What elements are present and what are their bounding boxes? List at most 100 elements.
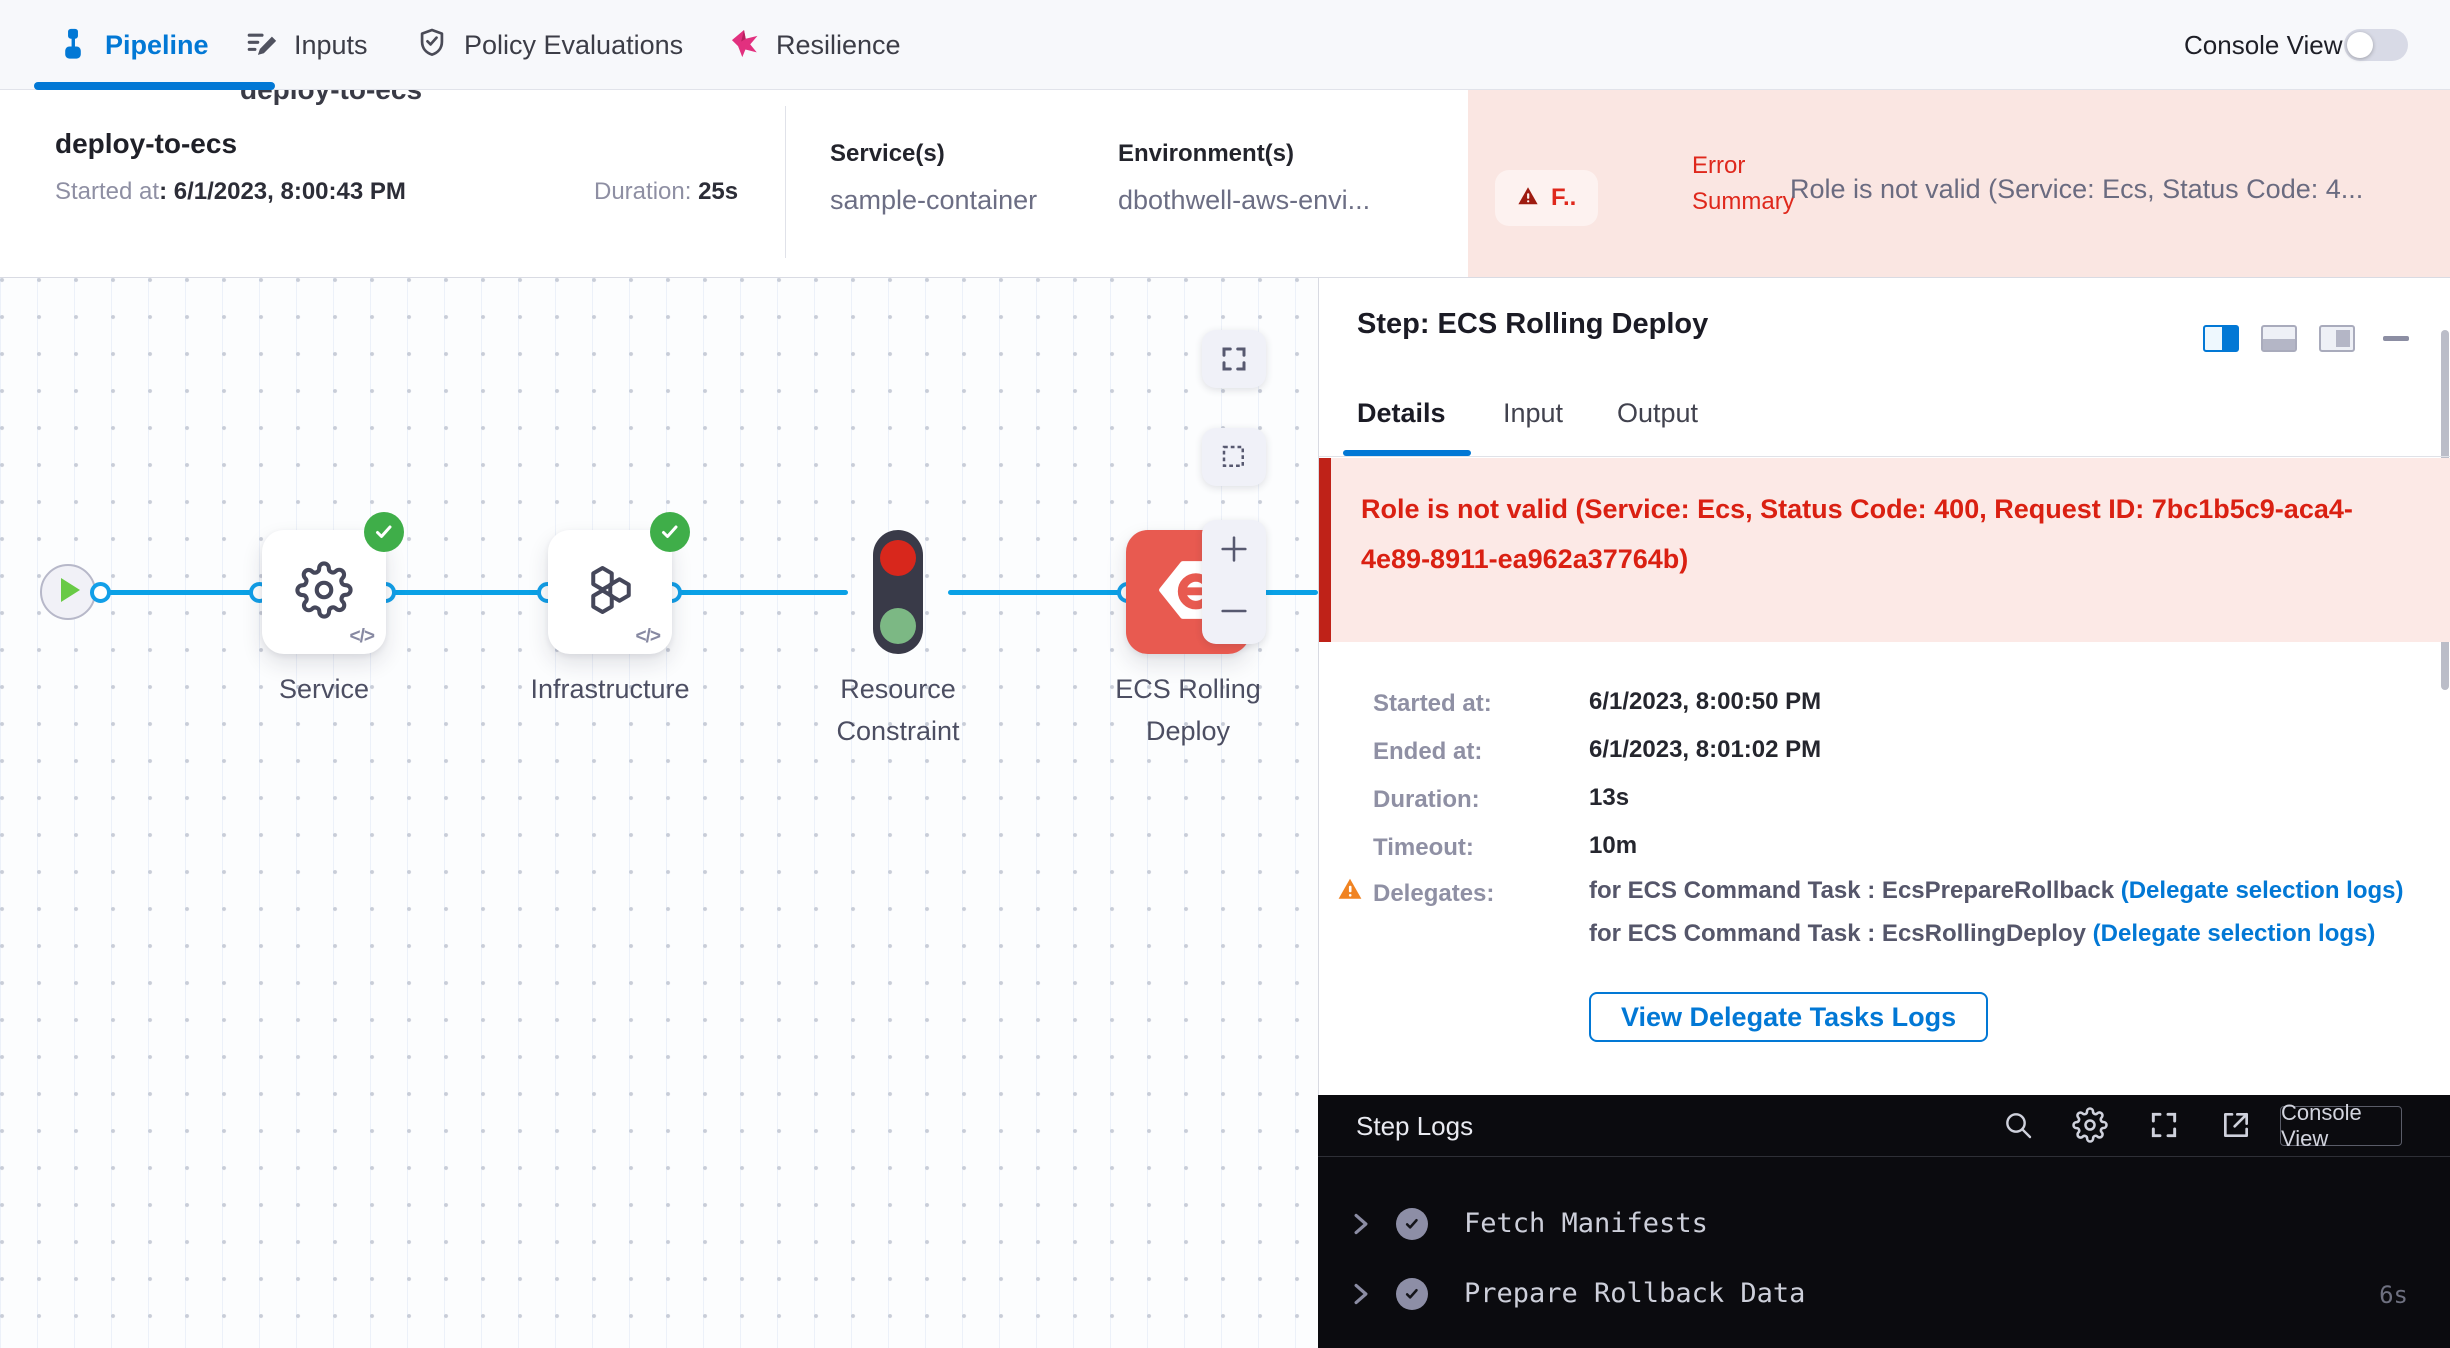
gear-icon[interactable] xyxy=(2072,1107,2108,1148)
started-at-line: Started at: 6/1/2023, 8:00:43 PM xyxy=(55,178,406,206)
ended-at-value: 6/1/2023, 8:01:02 PM xyxy=(1589,736,1821,764)
delegate-selection-logs-link[interactable]: (Delegate selection logs) xyxy=(2121,877,2404,904)
tab-policy-evaluations-label: Policy Evaluations xyxy=(464,30,683,61)
tab-output[interactable]: Output xyxy=(1617,398,1698,429)
delegates-label: Delegates: xyxy=(1373,880,1494,908)
tab-input[interactable]: Input xyxy=(1503,398,1563,429)
execution-header: deploy-to-ecs deploy-to-ecs Started at: … xyxy=(0,90,2450,278)
toggle-knob xyxy=(2347,32,2373,58)
status-badge-text: F.. xyxy=(1551,184,1576,212)
canvas-fullscreen-button[interactable] xyxy=(1202,330,1266,388)
tab-resilience[interactable]: Resilience xyxy=(727,0,901,90)
chevron-right-icon[interactable] xyxy=(1352,1213,1370,1240)
clipped-pipeline-title: deploy-to-ecs xyxy=(240,90,422,106)
tab-inputs-label: Inputs xyxy=(294,30,368,61)
environments-label: Environment(s) xyxy=(1118,140,1294,168)
tab-policy-evaluations[interactable]: Policy Evaluations xyxy=(415,0,683,90)
duration-value: 25s xyxy=(698,178,738,205)
log-section-duration: 6s xyxy=(2379,1281,2408,1309)
step-error-message: Role is not valid (Service: Ecs, Status … xyxy=(1361,484,2391,584)
pipeline-icon xyxy=(56,26,90,65)
inputs-icon xyxy=(245,26,279,65)
layout-right-drawer-icon[interactable] xyxy=(2203,325,2239,352)
started-at-value: : 6/1/2023, 8:00:43 PM xyxy=(159,178,406,205)
zoom-out-button[interactable] xyxy=(1217,594,1251,633)
node-service[interactable]: </> xyxy=(262,530,386,654)
ended-at-label: Ended at: xyxy=(1373,738,1482,766)
duration-line: Duration: 25s xyxy=(594,178,738,206)
success-check-badge xyxy=(364,512,404,552)
traffic-light-green xyxy=(880,608,916,644)
success-check-badge xyxy=(650,512,690,552)
tab-details[interactable]: Details xyxy=(1357,398,1446,429)
step-logs-title: Step Logs xyxy=(1356,1111,1473,1142)
log-section-label: Prepare Rollback Data xyxy=(1464,1278,1805,1309)
console-view-label: Console View xyxy=(2184,0,2343,90)
started-at-value: 6/1/2023, 8:00:50 PM xyxy=(1589,688,1821,716)
delegate-task-text: for ECS Command Task : EcsRollingDeploy xyxy=(1589,920,2093,947)
view-delegate-tasks-logs-button[interactable]: View Delegate Tasks Logs xyxy=(1589,992,1988,1042)
logs-console-view-button[interactable]: Console View xyxy=(2280,1106,2402,1146)
services-value: sample-container xyxy=(830,185,1037,216)
timeout-label: Timeout: xyxy=(1373,834,1474,862)
duration-value: 13s xyxy=(1589,784,1629,812)
minimize-panel-icon[interactable] xyxy=(2383,336,2409,341)
services-label: Service(s) xyxy=(830,140,945,168)
start-node[interactable] xyxy=(40,564,96,620)
canvas-select-button[interactable] xyxy=(1202,428,1266,486)
delegate-selection-logs-link[interactable]: (Delegate selection logs) xyxy=(2093,920,2376,947)
failed-status-badge: F.. xyxy=(1495,170,1598,226)
warning-triangle-icon xyxy=(1517,185,1539,212)
warning-triangle-icon xyxy=(1337,876,1363,907)
gear-icon xyxy=(295,561,353,624)
zoom-in-button[interactable] xyxy=(1217,532,1251,571)
log-row-fetch-manifests[interactable]: Fetch Manifests xyxy=(1318,1201,2450,1247)
tab-inputs[interactable]: Inputs xyxy=(245,0,368,90)
layout-right-panel-icon[interactable] xyxy=(2319,325,2355,352)
pipeline-name: deploy-to-ecs xyxy=(55,128,237,160)
delegate-task-text: for ECS Command Task : EcsPrepareRollbac… xyxy=(1589,877,2121,904)
log-section-label: Fetch Manifests xyxy=(1464,1208,1708,1239)
console-view-toggle[interactable] xyxy=(2344,29,2408,61)
code-glyph: </> xyxy=(350,626,374,648)
node-label-service: Service xyxy=(214,668,434,710)
external-link-icon[interactable] xyxy=(2220,1109,2252,1146)
step-logs-console: Step Logs Console View Fetch Manifests xyxy=(1318,1095,2450,1348)
environments-value: dbothwell-aws-envi... xyxy=(1118,185,1370,216)
started-at-label: Started at: xyxy=(1373,690,1492,718)
delegate-entry: for ECS Command Task : EcsPrepareRollbac… xyxy=(1589,874,2450,907)
node-infrastructure[interactable]: </> xyxy=(548,530,672,654)
shield-check-icon xyxy=(415,26,449,65)
tab-pipeline[interactable]: Pipeline xyxy=(56,0,209,90)
node-label-resource-constraint: Resource Constraint xyxy=(788,668,1008,752)
step-panel-title: Step: ECS Rolling Deploy xyxy=(1357,308,1708,341)
resilience-icon xyxy=(727,26,761,65)
pipeline-edge xyxy=(386,590,548,595)
fullscreen-icon[interactable] xyxy=(2148,1109,2180,1146)
tab-pipeline-label: Pipeline xyxy=(105,30,209,61)
duration-label: Duration: xyxy=(594,178,698,205)
delegates-list: for ECS Command Task : EcsPrepareRollbac… xyxy=(1589,874,2450,960)
log-row-prepare-rollback-data[interactable]: Prepare Rollback Data 6s xyxy=(1318,1271,2450,1317)
play-icon xyxy=(61,578,81,607)
check-circle-icon xyxy=(1396,1208,1428,1240)
pipeline-edge xyxy=(948,590,1128,595)
search-icon[interactable] xyxy=(2002,1109,2034,1146)
pipeline-canvas[interactable]: </> Service </> Infrastructure Resource … xyxy=(0,278,1318,1348)
chevron-right-icon[interactable] xyxy=(1352,1283,1370,1310)
top-nav-bar: Pipeline Inputs Policy Evaluations Resil… xyxy=(0,0,2450,90)
node-label-infrastructure: Infrastructure xyxy=(500,668,720,710)
pipeline-edge xyxy=(672,590,848,595)
tabs-border xyxy=(1319,456,2450,457)
node-label-ecs-rolling-deploy: ECS Rolling Deploy xyxy=(1078,668,1298,752)
started-at-label: Started at xyxy=(55,178,159,205)
code-glyph: </> xyxy=(636,626,660,648)
step-error-banner: Role is not valid (Service: Ecs, Status … xyxy=(1319,458,2450,642)
timeout-value: 10m xyxy=(1589,832,1637,860)
layout-bottom-split-icon[interactable] xyxy=(2261,325,2297,352)
pipeline-edge xyxy=(94,590,260,595)
error-summary-label: Error Summary xyxy=(1692,148,1804,220)
hexagons-icon xyxy=(580,560,640,625)
check-circle-icon xyxy=(1396,1278,1428,1310)
active-tab-underline xyxy=(34,82,275,90)
